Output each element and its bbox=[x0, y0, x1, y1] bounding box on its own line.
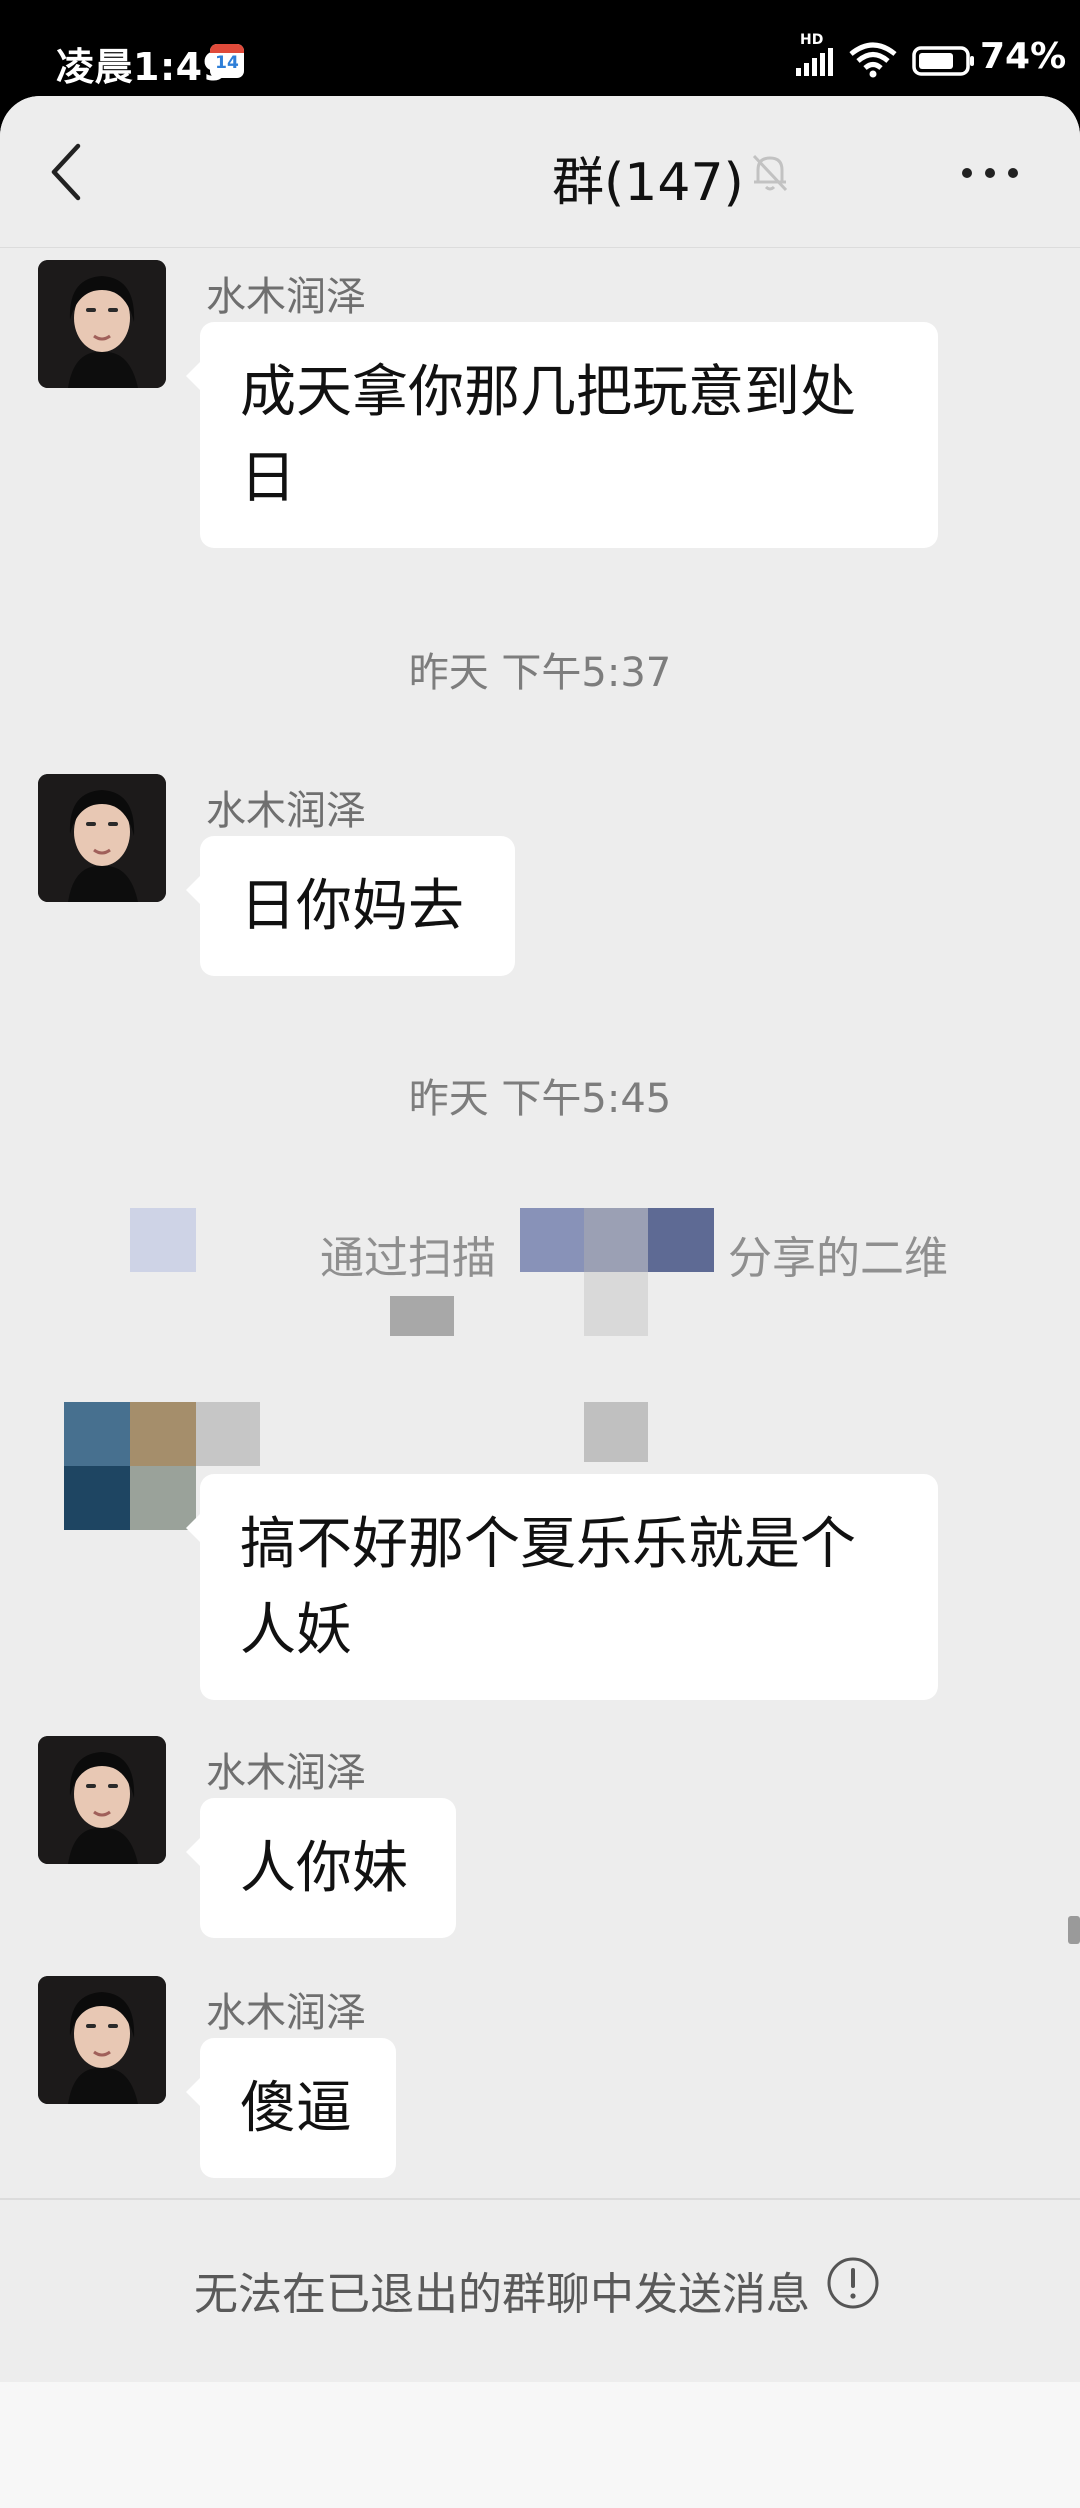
message-text-line: 人妖 bbox=[240, 1598, 352, 1663]
message-text-line: 日 bbox=[240, 446, 296, 511]
left-group-notice: 无法在已退出的群聊中发送消息 bbox=[194, 2269, 810, 2320]
signal-icon bbox=[796, 48, 833, 76]
calendar-notification-icon: 14 bbox=[210, 44, 244, 78]
page-title: 群(147) bbox=[552, 153, 744, 213]
pixelated-area bbox=[648, 1208, 714, 1272]
bell-off-icon bbox=[752, 154, 788, 192]
status-time: 凌晨1:49 bbox=[56, 45, 230, 89]
message-text-line: 傻逼 bbox=[240, 2076, 352, 2141]
wifi-icon bbox=[849, 42, 897, 78]
pixelated-avatar bbox=[196, 1402, 260, 1466]
message-text-line: 搞不好那个夏乐乐就是个 bbox=[240, 1512, 856, 1577]
status-bar: 凌晨1:49 14 HD 74% bbox=[0, 0, 1080, 100]
system-message-text: 分享的二维 bbox=[728, 1233, 948, 1284]
network-label: HD bbox=[800, 32, 824, 48]
pixelated-avatar bbox=[64, 1402, 130, 1466]
pixelated-area bbox=[130, 1208, 196, 1272]
pixelated-avatar bbox=[130, 1402, 196, 1466]
pixelated-area bbox=[520, 1208, 584, 1272]
avatar[interactable] bbox=[38, 260, 166, 388]
avatar[interactable] bbox=[38, 774, 166, 902]
input-area-disabled: 无法在已退出的群聊中发送消息 bbox=[0, 2198, 1080, 2382]
avatar[interactable] bbox=[38, 1976, 166, 2104]
sender-name: 水木润泽 bbox=[206, 788, 366, 834]
scrollbar[interactable] bbox=[1068, 1916, 1080, 1944]
timestamp: 昨天 下午5:45 bbox=[408, 1076, 672, 1122]
pixelated-area bbox=[584, 1208, 648, 1272]
chat-screen: 群(147) 水木润泽 成天拿你那几把玩意到处 日 昨天 下午5:37 水木润泽… bbox=[0, 96, 1080, 2508]
message-bubble[interactable]: 人你妹 bbox=[186, 1798, 456, 1938]
bottom-safe-area bbox=[0, 2382, 1080, 2508]
message-bubble[interactable]: 傻逼 bbox=[186, 2038, 396, 2178]
pixelated-area bbox=[584, 1272, 648, 1336]
pixelated-avatar bbox=[64, 1466, 130, 1530]
message-text-line: 成天拿你那几把玩意到处 bbox=[240, 360, 856, 425]
sender-name: 水木润泽 bbox=[206, 1990, 366, 2036]
sender-name: 水木润泽 bbox=[206, 274, 366, 320]
message-text-line: 日你妈去 bbox=[240, 874, 464, 939]
more-dots-icon[interactable] bbox=[960, 166, 1020, 180]
message-text-line: 人你妹 bbox=[240, 1836, 408, 1901]
battery-icon bbox=[912, 46, 974, 76]
avatar[interactable] bbox=[38, 1736, 166, 1864]
pixelated-name bbox=[584, 1402, 648, 1462]
info-icon[interactable] bbox=[826, 2256, 880, 2310]
chevron-left-icon[interactable] bbox=[46, 142, 86, 202]
sender-name: 水木润泽 bbox=[206, 1750, 366, 1796]
message-bubble[interactable]: 成天拿你那几把玩意到处 日 bbox=[186, 322, 938, 548]
chat-header: 群(147) bbox=[0, 96, 1080, 248]
message-bubble[interactable]: 日你妈去 bbox=[186, 836, 515, 976]
pixelated-area bbox=[390, 1296, 454, 1336]
message-bubble[interactable]: 搞不好那个夏乐乐就是个 人妖 bbox=[186, 1474, 938, 1700]
timestamp: 昨天 下午5:37 bbox=[408, 650, 672, 696]
battery-percent: 74% bbox=[980, 36, 1067, 77]
